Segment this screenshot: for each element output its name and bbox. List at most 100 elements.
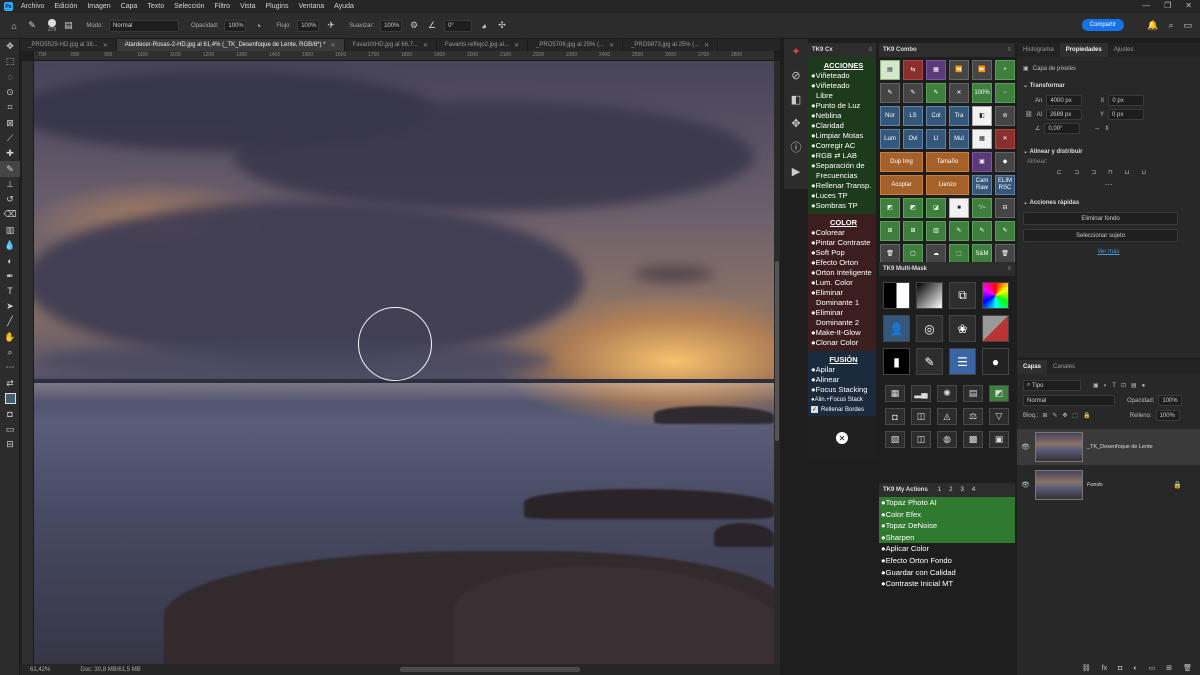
mask-button[interactable]: ◎ bbox=[916, 315, 943, 342]
my-actions-tab-3[interactable]: 3 bbox=[960, 487, 963, 493]
tab-ajustes[interactable]: Ajustes bbox=[1108, 43, 1140, 57]
combo-button[interactable]: Lienzo bbox=[926, 175, 969, 195]
mask-tool-button[interactable]: ▤ bbox=[963, 385, 983, 402]
combo-button[interactable]: S&M bbox=[972, 244, 992, 264]
action-vineteado-libre[interactable]: ●Viñeteado bbox=[811, 81, 876, 91]
action-rellenar-transp[interactable]: ●Rellenar Transp. bbox=[811, 181, 876, 191]
layer-filter-select[interactable]: ⌕ Tipo bbox=[1023, 380, 1081, 391]
default-colors-icon[interactable]: ⇄ bbox=[0, 376, 20, 391]
maximize-icon[interactable]: ❐ bbox=[1164, 1, 1171, 10]
brush-tool-icon[interactable]: ✎ bbox=[0, 161, 20, 177]
blend-mode-select[interactable]: Normal bbox=[1023, 395, 1115, 406]
vertical-scrollbar[interactable] bbox=[774, 61, 780, 664]
close-tab-icon[interactable]: ✕ bbox=[103, 42, 108, 49]
move-tool-icon[interactable]: ✥ bbox=[0, 39, 20, 54]
tab-histograma[interactable]: Histograma bbox=[1017, 43, 1060, 57]
mask-button[interactable]: ✎ bbox=[916, 348, 943, 375]
mask-tool-button[interactable]: ▂▄ bbox=[911, 385, 931, 402]
quick-selection-tool-icon[interactable]: ⊙ bbox=[0, 85, 20, 100]
tab-propiedades[interactable]: Propiedades bbox=[1059, 43, 1108, 57]
mask-tool-button[interactable]: ▣ bbox=[989, 431, 1009, 448]
layer-row[interactable]: 👁 Fondo 🔒 bbox=[1017, 467, 1200, 503]
combo-button[interactable]: ⊟ bbox=[995, 198, 1015, 218]
new-layer-icon[interactable]: ⊞ bbox=[1166, 664, 1172, 672]
menu-imagen[interactable]: Imagen bbox=[87, 3, 110, 10]
action-alinear[interactable]: ●Alinear bbox=[811, 375, 876, 385]
link-layers-icon[interactable]: ⛓ bbox=[1082, 664, 1091, 672]
close-tab-icon[interactable]: ✕ bbox=[423, 42, 428, 49]
quick-actions-title[interactable]: ⌄ Acciones rápidas bbox=[1017, 199, 1200, 206]
panel-menu-icon[interactable]: ≡ bbox=[1007, 47, 1011, 53]
mask-button[interactable]: 👤 bbox=[883, 315, 910, 342]
hand-tool-icon[interactable]: ✋ bbox=[0, 330, 20, 345]
search-icon[interactable]: ⌕ bbox=[1168, 20, 1173, 31]
horizontal-scrollbar[interactable] bbox=[400, 667, 580, 672]
visibility-eye-icon[interactable]: 👁 bbox=[1021, 481, 1030, 489]
screen-mode-icon[interactable]: ▭ bbox=[0, 421, 20, 436]
doc-tab[interactable]: _PRO9873.jpg al 25% (... ✕ bbox=[623, 39, 719, 51]
doc-tab-active[interactable]: Atardecer-Rosas-2-HD.jpg al 61,4% (_TK_D… bbox=[116, 39, 345, 51]
combo-button[interactable]: Mul bbox=[949, 129, 969, 149]
align-middle-v-icon[interactable]: ⊔ bbox=[1125, 169, 1130, 176]
layer-opacity-input[interactable]: 100% bbox=[1158, 395, 1183, 406]
menu-edicion[interactable]: Edición bbox=[54, 3, 77, 10]
type-tool-icon[interactable]: T bbox=[0, 284, 20, 299]
transform-section-title[interactable]: ⌄ Transformar bbox=[1017, 82, 1200, 89]
more-options-icon[interactable]: ⋯ bbox=[1017, 180, 1200, 189]
eraser-tool-icon[interactable]: ⌫ bbox=[0, 207, 20, 222]
combo-button[interactable]: ⏪ bbox=[949, 60, 969, 80]
combo-button[interactable]: ▥ bbox=[926, 221, 946, 241]
combo-button[interactable]: ⁺∕− bbox=[972, 198, 992, 218]
combo-button[interactable]: ✎ bbox=[926, 83, 946, 103]
frame-tool-icon[interactable]: ⊠ bbox=[0, 115, 20, 130]
combo-button[interactable]: ▢ bbox=[903, 244, 923, 264]
menu-capa[interactable]: Capa bbox=[121, 3, 138, 10]
home-icon[interactable]: ⌂ bbox=[8, 20, 20, 32]
color-title[interactable]: COLOR bbox=[811, 218, 876, 227]
layer-row[interactable]: 👁 _TK_Desenfoque de Lente bbox=[1017, 429, 1200, 465]
flip-horizontal-icon[interactable]: ⇔ bbox=[1094, 126, 1100, 132]
mask-button[interactable]: ☰ bbox=[949, 348, 976, 375]
fusion-title[interactable]: FUSIÓN bbox=[811, 355, 876, 364]
add-mask-icon[interactable]: ◘ bbox=[1118, 665, 1122, 672]
action-luces-tp[interactable]: ●Luces TP bbox=[811, 191, 876, 201]
combo-button[interactable]: ⊘ bbox=[995, 106, 1015, 126]
combo-button[interactable]: ✕ bbox=[995, 129, 1015, 149]
doc-tab[interactable]: Favarits-reflejo2.jpg al... ✕ bbox=[437, 39, 529, 51]
horizontal-ruler[interactable]: 700 800 900 1000 1100 1200 1300 1400 1500 1600 170… bbox=[34, 51, 774, 61]
link-icon[interactable]: ⛓ bbox=[1025, 111, 1033, 118]
tab-capas[interactable]: Capas bbox=[1017, 360, 1048, 374]
flip-vertical-icon[interactable]: ⇕ bbox=[1104, 125, 1109, 132]
action-corregir-ac[interactable]: ●Corregir AC bbox=[811, 141, 876, 151]
combo-button[interactable]: Dup Img bbox=[880, 152, 923, 172]
mask-tool-button[interactable]: ▽ bbox=[989, 408, 1009, 425]
combo-button[interactable]: ⏩ bbox=[972, 60, 992, 80]
combo-button[interactable]: ⇆ bbox=[903, 60, 923, 80]
combo-button[interactable]: ELIM RSC bbox=[995, 175, 1015, 195]
align-section-title[interactable]: ⌄ Alinear y distribuir bbox=[1017, 148, 1200, 155]
mask-button[interactable] bbox=[916, 282, 943, 309]
tab-canales[interactable]: Canales bbox=[1047, 360, 1081, 374]
action-limpiar-motas[interactable]: ●Limpiar Motas bbox=[811, 131, 876, 141]
my-actions-tab-2[interactable]: 2 bbox=[949, 487, 952, 493]
action-separacion-frecuencias[interactable]: ●Separación de bbox=[811, 161, 876, 171]
zoom-tool-icon[interactable]: ⌕ bbox=[0, 345, 20, 360]
lasso-tool-icon[interactable]: ◌ bbox=[0, 70, 20, 85]
combo-button[interactable]: ☁ bbox=[926, 244, 946, 264]
brush-preset-picker[interactable]: 279 bbox=[48, 18, 56, 33]
document-canvas[interactable] bbox=[34, 61, 774, 664]
foreground-background-color-icon[interactable] bbox=[0, 391, 20, 406]
close-tab-icon[interactable]: ✕ bbox=[609, 42, 614, 49]
marquee-tool-icon[interactable]: ⬚ bbox=[0, 54, 20, 69]
symmetry-icon[interactable]: ✣ bbox=[496, 20, 508, 32]
select-subject-button[interactable]: Seleccionar sujeto bbox=[1023, 229, 1178, 242]
action-sombras-tp[interactable]: ●Sombras TP bbox=[811, 201, 876, 211]
mask-button[interactable] bbox=[982, 282, 1009, 309]
mask-tool-button[interactable]: ◩ bbox=[989, 385, 1009, 402]
acciones-title[interactable]: ACCIONES bbox=[811, 61, 876, 70]
action-rgb-lab[interactable]: ●RGB ⇄ LAB bbox=[811, 151, 876, 161]
my-action-item[interactable]: ●Sharpen bbox=[879, 531, 1015, 544]
action-eliminar-dominante-1-cont[interactable]: Dominante 1 bbox=[811, 298, 876, 308]
combo-button[interactable]: ✎ bbox=[995, 221, 1015, 241]
combo-button[interactable]: ◪ bbox=[926, 198, 946, 218]
